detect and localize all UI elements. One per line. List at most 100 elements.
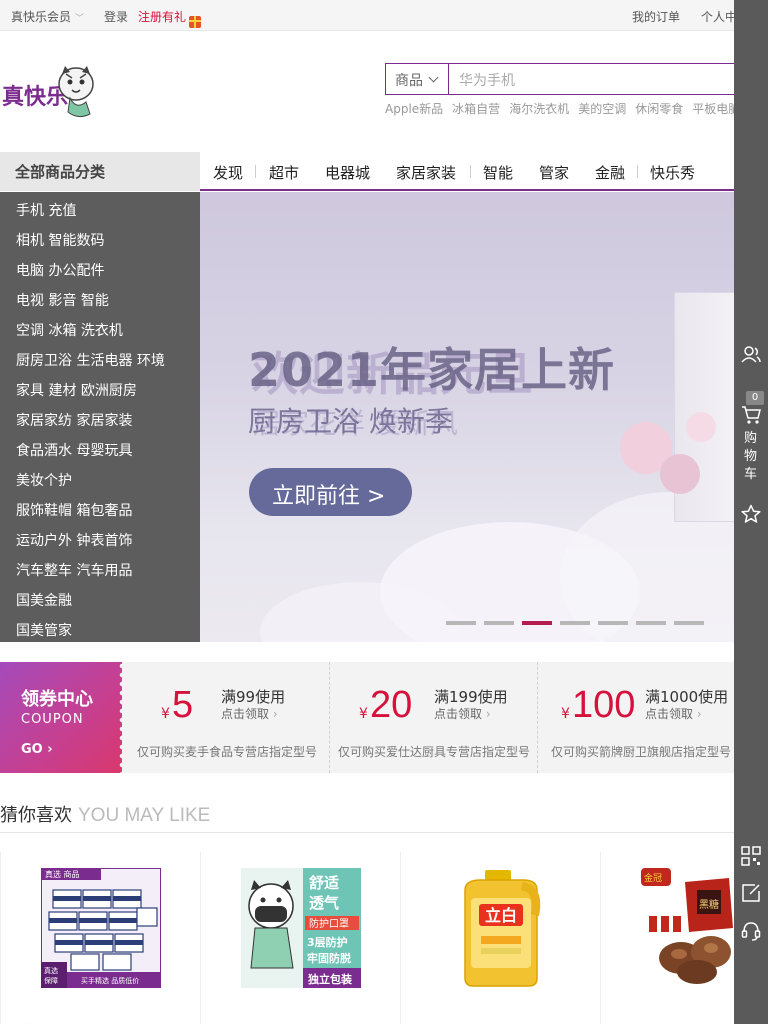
coupon-claim-label: 点击领取 [645,707,694,721]
member-label: 真快乐会员 [11,10,72,24]
login-link[interactable]: 登录 [104,8,128,25]
chevron-right-icon: › [272,707,278,721]
chevron-right-icon: › [696,707,702,721]
category-item[interactable]: 空调 冰箱 洗衣机 [16,320,123,340]
qr-code-icon[interactable] [741,846,761,866]
nav-link-supermarket[interactable]: 超市 [269,162,299,183]
coupon-section: 领券中心 COUPON GO › ¥ 5 满99使用 点击领取 › 仅可购买麦手… [0,662,734,773]
customer-service-icon[interactable] [741,921,761,941]
nav-separator [637,165,638,178]
coupon-amount: 100 [572,684,636,726]
nav-link-butler[interactable]: 管家 [539,162,569,183]
coupon-claim-label: 点击领取 [434,707,483,721]
hot-word[interactable]: 休闲零食 [635,102,683,116]
category-item[interactable]: 手机 充值 [16,200,76,220]
category-item[interactable]: 国美管家 [16,620,72,640]
personal-center-link[interactable]: 个人中 [701,8,737,25]
nav-link-electronics[interactable]: 电器城 [325,162,370,183]
carousel-dot[interactable] [598,621,628,625]
logo-mascot-icon: 真快乐 [2,66,94,118]
carousel-dot[interactable] [560,621,590,625]
my-orders-link[interactable]: 我的订单 [632,8,680,25]
coupon-description: 仅可购买箭牌厨卫旗舰店指定型号 [551,745,732,759]
svg-text:3层防护: 3层防护 [307,935,348,949]
product-card[interactable]: 舒适 透气 防护口罩 3层防护 牢固防脱 独立包装 [241,868,361,988]
coupon-center-link[interactable]: 领券中心 COUPON GO › [0,662,125,773]
carousel-dot[interactable] [484,621,514,625]
hot-word[interactable]: 海尔洗衣机 [509,102,569,116]
search-type-select[interactable]: 商品 [386,64,449,94]
coupon-claim-link[interactable]: 点击领取 › [645,705,702,722]
category-item[interactable]: 家具 建材 欧洲厨房 [16,380,137,400]
cart-count-badge: 0 [746,391,764,405]
user-icon[interactable] [741,344,761,364]
banner-go-button[interactable]: 立即前往 > [249,468,412,516]
svg-text:黑糖: 黑糖 [699,898,719,911]
product-card[interactable]: 真选 商品 真选 保障 买手精选 品质低价 [40,867,162,989]
product-card[interactable]: 金冠 黑糖 [641,868,734,988]
nav-link-show[interactable]: 快乐秀 [650,162,695,183]
coupon-card[interactable]: ¥ 100 满1000使用 点击领取 › 仅可购买箭牌厨卫旗舰店指定型号 [538,662,734,773]
top-utility-bar: 真快乐会员 ﹀ 登录 注册有礼 我的订单 个人中 [0,0,768,31]
nav-link-discover[interactable]: 发现 [213,162,243,183]
site-logo[interactable]: 真快乐 [2,62,102,122]
hot-word[interactable]: 美的空调 [578,102,626,116]
category-item[interactable]: 家居家纺 家居家装 [16,410,132,430]
coupon-condition: 满1000使用 [645,688,729,706]
coupon-claim-link[interactable]: 点击领取 › [221,705,278,722]
carousel-dot[interactable] [446,621,476,625]
coupon-currency: ¥ [561,706,570,722]
cart-label[interactable]: 购物车 [744,430,758,484]
coupon-condition: 满99使用 [221,688,286,706]
product-card[interactable]: 立白 [441,868,561,988]
register-link[interactable]: 注册有礼 [138,8,202,28]
category-item[interactable]: 服饰鞋帽 箱包奢品 [16,500,132,520]
coupon-claim-link[interactable]: 点击领取 › [434,705,491,722]
nav-link-finance[interactable]: 金融 [595,162,625,183]
coupon-claim-label: 点击领取 [221,707,270,721]
search-input[interactable]: 华为手机 [459,70,515,90]
divider [200,852,201,1024]
carousel-dot[interactable] [636,621,666,625]
nav-link-smart[interactable]: 智能 [483,162,513,183]
hot-word[interactable]: 冰箱自营 [452,102,500,116]
banner-flower [660,454,700,494]
category-item[interactable]: 相机 智能数码 [16,230,104,250]
category-item[interactable]: 食品酒水 母婴玩具 [16,440,132,460]
banner-subtitle: 厨房卫浴 焕新季 [248,405,453,438]
category-sidebar: 手机 充值 相机 智能数码 电脑 办公配件 电视 影音 智能 空调 冰箱 洗衣机… [0,192,200,642]
coupon-condition: 满199使用 [434,688,508,706]
category-item[interactable]: 电视 影音 智能 [16,290,109,310]
product-image-tissue: 真选 商品 真选 保障 买手精选 品质低价 [40,867,162,989]
svg-text:真选 商品: 真选 商品 [45,869,80,879]
cart-icon[interactable] [741,405,761,425]
category-item[interactable]: 美妆个护 [16,470,72,490]
svg-text:透气: 透气 [309,894,339,912]
svg-text:防护口罩: 防护口罩 [309,917,349,930]
coupon-currency: ¥ [161,706,170,722]
banner-carousel[interactable]: 欢迎新品元旦 2021年家居上新 居家花样 爱新风 厨房卫浴 焕新季 立即前往 … [200,192,734,642]
svg-text:真选: 真选 [44,966,58,975]
feedback-edit-icon[interactable] [741,883,761,903]
gift-icon [189,16,202,28]
category-item[interactable]: 运动户外 钟表首饰 [16,530,132,550]
coupon-card[interactable]: ¥ 5 满99使用 点击领取 › 仅可购买麦手食品专营店指定型号 [122,662,330,773]
favorites-star-icon[interactable] [741,504,761,524]
svg-text:立白: 立白 [485,906,517,925]
nav-separator [470,165,471,178]
svg-text:买手精选 品质低价: 买手精选 品质低价 [81,976,139,985]
category-item[interactable]: 汽车整车 汽车用品 [16,560,132,580]
category-item[interactable]: 厨房卫浴 生活电器 环境 [16,350,165,370]
category-item[interactable]: 电脑 办公配件 [16,260,104,280]
coupon-card[interactable]: ¥ 20 满199使用 点击领取 › 仅可购买爱仕达厨具专营店指定型号 [330,662,538,773]
category-item[interactable]: 国美金融 [16,590,72,610]
nav-link-home[interactable]: 家居家装 [396,162,456,183]
coupon-amount: 5 [172,684,194,726]
carousel-dot-active[interactable] [522,621,552,625]
divider [600,852,601,1024]
carousel-dot[interactable] [674,621,704,625]
hot-word[interactable]: Apple新品 [385,102,443,116]
member-dropdown[interactable]: 真快乐会员 ﹀ [11,8,84,25]
divider [400,852,401,1024]
all-categories-header[interactable]: 全部商品分类 [0,152,200,191]
